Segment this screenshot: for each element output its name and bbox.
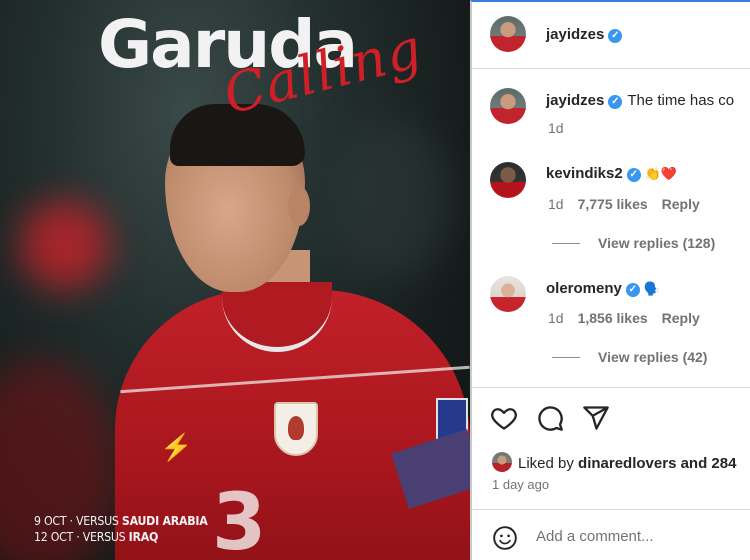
fixture-date: 9 OCT xyxy=(34,514,67,528)
avatar[interactable] xyxy=(492,452,512,472)
share-icon[interactable] xyxy=(582,404,610,432)
fixture-line: 9 OCT · VERSUS SAUDI ARABIA xyxy=(34,514,208,528)
comment-likes[interactable]: 1,856 likes xyxy=(578,310,648,326)
comment-meta: 1d 7,775 likes Reply xyxy=(548,196,714,212)
verified-badge-icon: ✓ xyxy=(608,95,623,109)
liked-by: Liked by dinaredlovers and 284 xyxy=(492,452,736,472)
liked-by-user[interactable]: dinaredlovers xyxy=(578,455,676,472)
username-link[interactable]: jayidzes xyxy=(546,26,604,43)
reply-button[interactable]: Reply xyxy=(662,310,700,326)
verified-badge-icon: ✓ xyxy=(626,168,641,182)
replies-line xyxy=(552,357,580,358)
comment: kevindiks2 ✓ 👏❤️ xyxy=(546,165,677,182)
post-side-panel: jayidzes ✓ jayidzes ✓ The time has co 1d ke… xyxy=(470,0,750,560)
replies-line xyxy=(552,243,580,244)
reply-button[interactable]: Reply xyxy=(662,196,700,212)
verified-badge-icon: ✓ xyxy=(608,29,623,43)
caption: jayidzes ✓ The time has co xyxy=(546,92,734,109)
username-link[interactable]: kevindiks2 xyxy=(546,165,623,182)
fixture-date: 12 OCT xyxy=(34,530,74,544)
fixture-prefix: VERSUS xyxy=(76,514,119,528)
comment: oleromeny ✓ 🗣️ xyxy=(546,280,660,297)
view-replies-button[interactable]: View replies (128) xyxy=(552,235,715,251)
bokeh-light xyxy=(20,200,110,290)
post-header-username[interactable]: jayidzes ✓ xyxy=(546,26,623,43)
fixture-opponent: SAUDI ARABIA xyxy=(121,514,208,528)
post-image[interactable]: ⚡ 3 Garuda Calling 9 OCT · VERSUS SAUDI … xyxy=(0,0,470,560)
avatar[interactable] xyxy=(490,276,526,312)
fixture-line: 12 OCT · VERSUS IRAQ xyxy=(34,530,159,544)
player-ear xyxy=(288,186,310,226)
comment-time[interactable]: 1d xyxy=(548,196,564,212)
heart-icon[interactable] xyxy=(490,404,518,432)
caption-text: The time has co xyxy=(627,92,735,109)
avatar[interactable] xyxy=(490,88,526,124)
liked-by-prefix: Liked by xyxy=(518,455,574,472)
username-link[interactable]: jayidzes xyxy=(546,92,604,109)
comment-bar xyxy=(472,510,750,560)
kit-brand-icon: ⚡ xyxy=(160,432,193,462)
avatar[interactable] xyxy=(490,16,526,52)
comment-text: 👏❤️ xyxy=(644,166,678,181)
avatar[interactable] xyxy=(490,162,526,198)
view-replies-button[interactable]: View replies (42) xyxy=(552,349,707,365)
fixture-prefix: VERSUS xyxy=(82,530,126,544)
comment-text: 🗣️ xyxy=(643,281,661,296)
divider xyxy=(472,387,750,388)
fixture-opponent: IRAQ xyxy=(128,530,159,544)
comment-likes[interactable]: 7,775 likes xyxy=(578,196,648,212)
comment-time[interactable]: 1d xyxy=(548,310,564,326)
bokeh-light xyxy=(330,120,450,280)
view-replies-label[interactable]: View replies (128) xyxy=(598,235,715,251)
comment-input[interactable] xyxy=(536,528,736,545)
comment-time[interactable]: 1d xyxy=(548,120,564,136)
team-crest-icon xyxy=(274,402,318,456)
comment-meta: 1d 1,856 likes Reply xyxy=(548,310,714,326)
post-time[interactable]: 1 day ago xyxy=(492,477,549,492)
comment-icon[interactable] xyxy=(536,404,564,432)
caption-meta: 1d xyxy=(548,120,578,136)
verified-badge-icon: ✓ xyxy=(625,283,640,297)
shirt-number: 3 xyxy=(212,478,267,560)
emoji-icon[interactable] xyxy=(492,525,518,551)
liked-by-count[interactable]: and 284 xyxy=(681,455,737,472)
username-link[interactable]: oleromeny xyxy=(546,280,622,297)
view-replies-label[interactable]: View replies (42) xyxy=(598,349,707,365)
divider xyxy=(472,68,750,69)
